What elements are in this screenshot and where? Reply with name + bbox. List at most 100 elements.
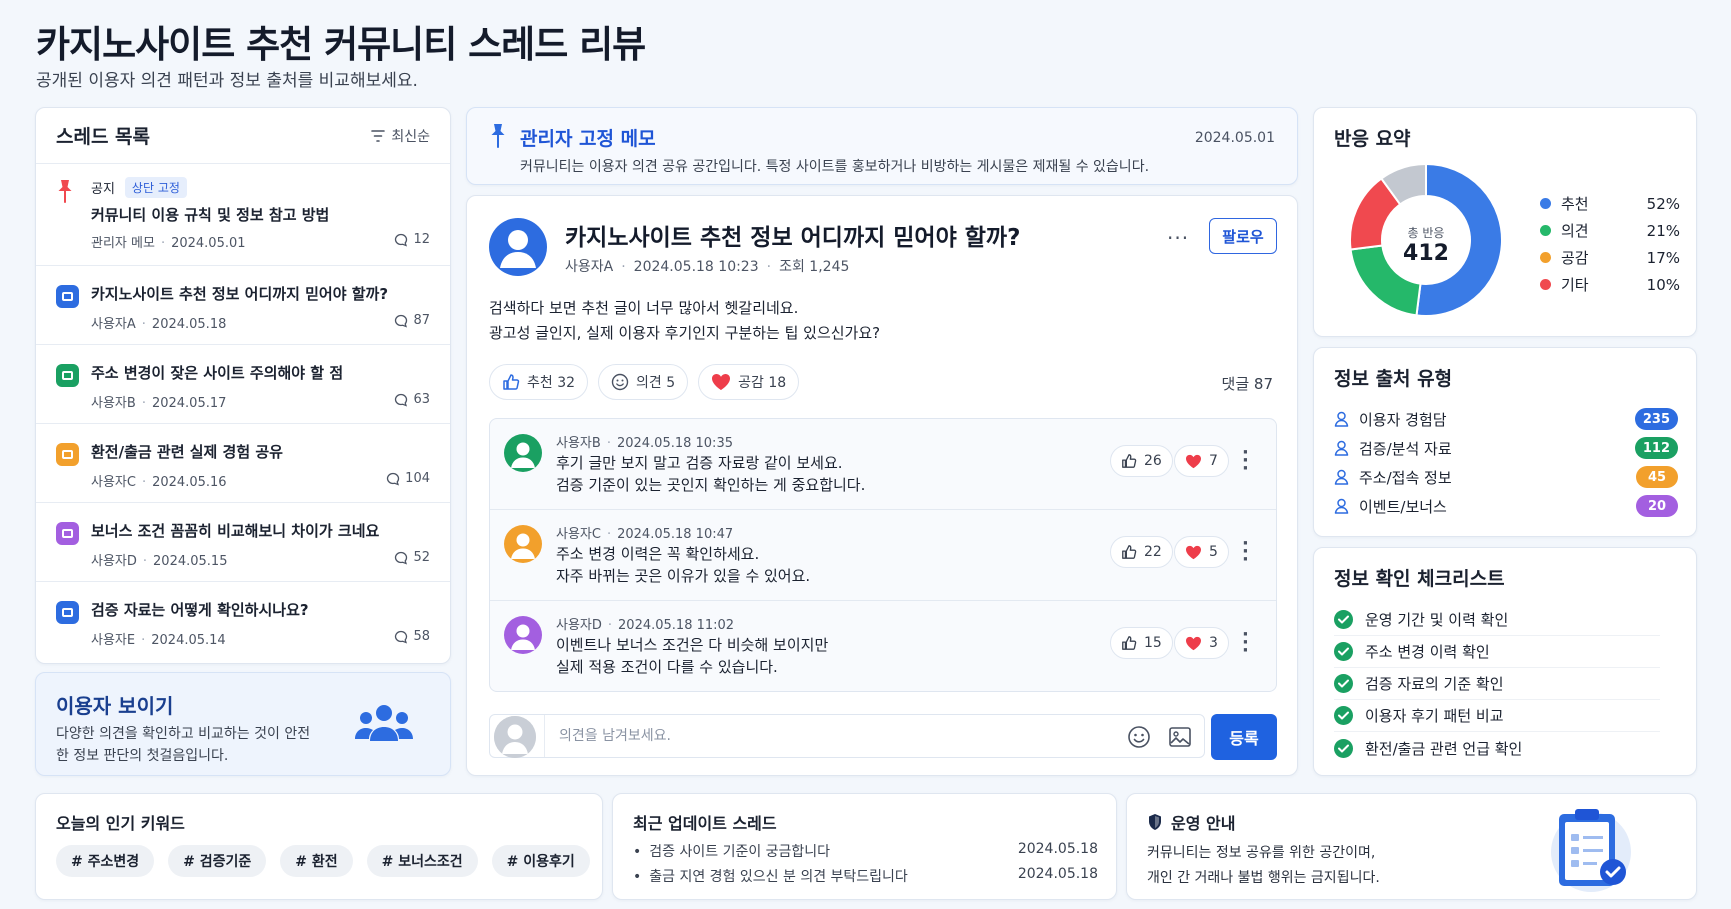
keyword-chip[interactable]: # 이용후기 — [491, 845, 590, 877]
check-circle-icon — [1334, 706, 1353, 725]
thread-author: 관리자 메모 — [91, 236, 155, 251]
smile-icon — [611, 373, 629, 391]
thread-item[interactable]: 환전/출금 관련 실제 경험 공유 사용자C · 2024.05.16 104 — [36, 424, 450, 503]
thread-meta: 사용자E · 2024.05.14 — [91, 633, 226, 648]
checklist-item: 주소 변경 이력 확인 — [1334, 636, 1660, 668]
submit-button[interactable]: 등록 — [1211, 714, 1277, 760]
source-type-count: 235 — [1634, 408, 1678, 430]
comment-like-button[interactable]: 22 — [1110, 536, 1173, 568]
commenter-avatar[interactable] — [504, 434, 542, 472]
commenter-avatar[interactable] — [504, 525, 542, 563]
reaction-summary-title: 반응 요약 — [1334, 128, 1411, 150]
keyword-chip[interactable]: # 검증기준 — [168, 845, 267, 877]
pinned-thread-item[interactable]: 공지 상단 고정 커뮤니티 이용 규칙 및 정보 참고 방법 관리자 메모 · 20… — [36, 164, 450, 266]
check-circle-icon — [1334, 674, 1353, 693]
page-title: 카지노사이트 추천 커뮤니티 스레드 리뷰 — [36, 23, 646, 66]
operations-title: 운영 안내 — [1171, 814, 1236, 833]
recent-thread-title: 출금 지연 경험 있으신 분 의견 부탁드립니다 — [633, 866, 1018, 886]
thread-item[interactable]: 주소 변경이 잦은 사이트 주의해야 할 점 사용자B · 2024.05.17 63 — [36, 345, 450, 424]
filter-icon — [371, 129, 386, 142]
thread-type-icon — [56, 601, 79, 624]
page-subtitle: 공개된 이용자 의견 패턴과 정보 출처를 비교해보세요. — [36, 71, 418, 91]
reaction-summary-card: 반응 요약 총 반응 412 추천 52% 의견 21% 공감 17% 기타 10% — [1313, 107, 1697, 337]
empathy-button[interactable]: 공감 18 — [698, 364, 800, 400]
donut-center-label: 총 반응 — [1407, 226, 1445, 240]
comment-item: 사용자C · 2024.05.18 10:47 주소 변경 이력은 꼭 확인하세요. 자… — [490, 510, 1276, 601]
comment-author[interactable]: 사용자C — [556, 527, 601, 542]
source-type-row[interactable]: 이용자 경험담 235 — [1334, 406, 1678, 432]
comment-like-button[interactable]: 15 — [1110, 627, 1173, 659]
user-icon — [511, 533, 535, 559]
more-options-button[interactable]: ··· — [1167, 226, 1189, 250]
comment-heart-button[interactable]: 7 — [1174, 445, 1229, 477]
source-type-row[interactable]: 검증/분석 자료 112 — [1334, 435, 1678, 461]
comment-author[interactable]: 사용자B — [556, 436, 601, 451]
thread-type-icon — [56, 522, 79, 545]
post-meta: 사용자A · 2024.05.18 10:23 · 조회 1,245 — [565, 259, 850, 275]
check-circle-icon — [1334, 610, 1353, 629]
comment-author[interactable]: 사용자D — [556, 618, 602, 633]
follow-button[interactable]: 팔로우 — [1209, 218, 1277, 254]
recommend-button[interactable]: 추천 32 — [489, 364, 589, 400]
keyword-chip[interactable]: # 환전 — [280, 845, 353, 877]
comment-input[interactable] — [544, 715, 1104, 757]
thread-date: 2024.05.01 — [171, 236, 246, 251]
comment-more-button[interactable]: · · · — [1242, 626, 1249, 660]
sort-dropdown[interactable]: 최신순 — [371, 126, 430, 146]
person-icon — [1334, 440, 1349, 456]
comment-more-button[interactable]: · · · — [1242, 535, 1249, 569]
author-avatar[interactable] — [489, 218, 547, 276]
keyword-chip[interactable]: # 주소변경 — [56, 845, 155, 877]
operations-notice-card: 운영 안내 커뮤니티는 정보 공유를 위한 공간이며, 개인 간 거래나 불법 … — [1126, 793, 1697, 900]
post-author[interactable]: 사용자A — [565, 259, 613, 275]
post-views: 조회 1,245 — [779, 259, 850, 275]
opinion-button[interactable]: 의견 5 — [598, 364, 689, 400]
comment-item: 사용자D · 2024.05.18 11:02 이벤트나 보너스 조건은 다 비슷해 … — [490, 601, 1276, 692]
person-icon — [1334, 498, 1349, 514]
thread-title: 검증 자료는 어떻게 확인하시나요? — [91, 601, 309, 619]
shield-icon — [1149, 814, 1161, 830]
recent-thread-link[interactable]: 검증 사이트 기준이 궁금합니다2024.05.18 — [633, 841, 1098, 861]
heart-icon — [1186, 454, 1201, 468]
comment-list: 사용자B · 2024.05.18 10:35 후기 글만 보지 말고 검증 자료랑 … — [489, 418, 1277, 692]
checklist-label: 주소 변경 이력 확인 — [1365, 643, 1490, 661]
post-datetime: 2024.05.18 10:23 — [633, 259, 759, 275]
emoji-icon[interactable] — [1127, 725, 1151, 749]
source-type-row[interactable]: 이벤트/보너스 20 — [1334, 493, 1678, 519]
thread-title: 보너스 조건 꼼꼼히 비교해보니 차이가 크네요 — [91, 522, 380, 540]
checklist-item: 이용자 후기 패턴 비교 — [1334, 700, 1660, 732]
thread-author: 사용자A — [91, 317, 136, 332]
commenter-avatar[interactable] — [504, 616, 542, 654]
comment-heart-button[interactable]: 5 — [1174, 536, 1229, 568]
legend-item: 기타 10% — [1540, 271, 1680, 298]
source-type-label: 검증/분석 자료 — [1359, 439, 1452, 458]
image-icon[interactable] — [1168, 725, 1192, 749]
thread-author: 사용자B — [91, 396, 136, 411]
comment-meta: 사용자B · 2024.05.18 10:35 — [556, 436, 733, 451]
person-icon — [1334, 411, 1349, 427]
thread-item[interactable]: 검증 자료는 어떻게 확인하시나요? 사용자E · 2024.05.14 58 — [36, 582, 450, 661]
thread-item[interactable]: 보너스 조건 꼼꼼히 비교해보니 차이가 크네요 사용자D · 2024.05.15 5… — [36, 503, 450, 582]
source-type-count: 45 — [1636, 466, 1678, 488]
source-type-row[interactable]: 주소/접속 정보 45 — [1334, 464, 1678, 490]
keyword-chip[interactable]: # 보너스조건 — [366, 845, 478, 877]
thread-item[interactable]: 카지노사이트 추천 정보 어디까지 믿어야 할까? 사용자A · 2024.05.18… — [36, 266, 450, 345]
legend-percent: 21% — [1646, 221, 1680, 240]
comment-like-button[interactable]: 26 — [1110, 445, 1173, 477]
check-circle-icon — [1334, 642, 1353, 661]
comment-count: 58 — [394, 629, 430, 644]
recent-thread-link[interactable]: 출금 지연 경험 있으신 분 의견 부탁드립니다2024.05.18 — [633, 866, 1098, 886]
thread-author: 사용자E — [91, 633, 136, 648]
user-icon — [511, 624, 535, 650]
comment-text: 이벤트나 보너스 조건은 다 비슷해 보이지만 실제 적용 조건이 다를 수 있습… — [556, 636, 829, 676]
user-icon — [500, 230, 536, 268]
comment-heart-button[interactable]: 3 — [1174, 627, 1229, 659]
thread-type-icon — [56, 285, 79, 308]
checklist-label: 검증 자료의 기준 확인 — [1365, 675, 1504, 693]
legend-label: 의견 — [1561, 222, 1589, 240]
thread-date: 2024.05.14 — [151, 633, 226, 648]
recent-thread-title: 검증 사이트 기준이 궁금합니다 — [633, 841, 1018, 861]
source-type-count: 112 — [1634, 437, 1678, 459]
checklist-item: 운영 기간 및 이력 확인 — [1334, 604, 1660, 636]
comment-more-button[interactable]: · · · — [1242, 444, 1249, 478]
